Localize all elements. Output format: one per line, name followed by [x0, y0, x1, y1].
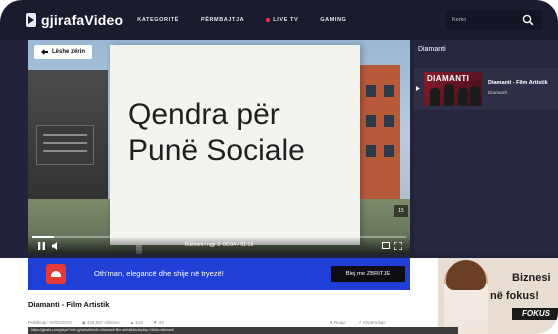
fullscreen-icon[interactable]: [394, 242, 402, 250]
nav-permbajtja[interactable]: PËRMBAJTJA: [201, 17, 244, 23]
share-icon: ↗: [357, 320, 362, 325]
like-count: 615: [135, 320, 144, 325]
ad-banner-text: Oth'man, elegancë dhe shije në tryezë!: [94, 269, 224, 278]
now-playing-icon: [416, 86, 420, 91]
search-input[interactable]: [452, 17, 520, 23]
live-indicator-dot: [266, 18, 271, 22]
share-button[interactable]: ↗ Shpërndaje: [358, 320, 386, 326]
side-ad-badge: FOKUS: [512, 308, 558, 320]
dislike-count: 33: [158, 320, 164, 325]
side-ad-headline-1: Biznesi: [512, 272, 551, 284]
video-frame-plaque: [36, 125, 94, 165]
main-nav: KATEGORITË PËRMBAJTJA LIVE TV GAMING: [137, 17, 346, 23]
top-navigation-bar: gjirafaVideo KATEGORITË PËRMBAJTJA LIVE …: [0, 0, 558, 40]
status-bar-url: https://gjirafa.com/player?ref=gjirafavi…: [28, 327, 458, 334]
side-ad[interactable]: Biznesi në fokus! FOKUS: [438, 258, 558, 334]
search-box: [446, 10, 542, 30]
thumbs-down-icon: ▼: [153, 320, 158, 325]
nav-live-tv-label: LIVE TV: [273, 17, 299, 23]
ad-brand-logo: [46, 264, 66, 284]
thumbnail-title-text: DIAMANTI: [427, 74, 470, 83]
player-controls: Rikthimi i ngjr 2: 00:04 / 01:19: [28, 236, 410, 254]
playlist-title: Diamanti: [418, 46, 446, 53]
video-meta: Publikuar: 07/01/2019 ◉ 428,987 shikime …: [28, 320, 164, 326]
published-date: Publikuar: 07/01/2019: [28, 320, 72, 325]
subtitles-icon[interactable]: [382, 242, 390, 249]
heart-icon: ♥: [330, 320, 333, 325]
view-count: ◉ 428,987 shikime: [82, 320, 120, 326]
nav-gaming[interactable]: GAMING: [320, 17, 346, 23]
save-label: Ruaje: [333, 320, 346, 325]
eye-icon: ◉: [81, 320, 86, 325]
skip-forward-label: 15: [398, 208, 404, 214]
sign-line-2: Punë Sociale: [128, 134, 305, 167]
playlist-item-thumbnail: DIAMANTI: [424, 72, 482, 106]
nav-kategorite[interactable]: KATEGORITË: [137, 17, 179, 23]
video-stage: Qendra për Punë Sociale Lëshe zërin 15 R…: [0, 40, 558, 258]
share-label: Shpërndaje: [362, 320, 386, 325]
unmute-button-label: Lëshe zërin: [52, 49, 86, 55]
thumbs-up-icon: ▲: [129, 320, 135, 325]
ad-banner[interactable]: Oth'man, elegancë dhe shije në tryezë! B…: [28, 258, 410, 290]
like-button[interactable]: ▲ 615: [130, 320, 143, 326]
view-count-text: 428,987 shikime: [87, 320, 120, 325]
video-actions: ♥ Ruaje ↗ Shpërndaje: [330, 320, 386, 326]
progress-bar[interactable]: [32, 236, 406, 238]
playlist-item-title: Diamanti - Film Artistik: [488, 80, 548, 86]
sign-line-1: Qendra për: [128, 98, 280, 131]
save-button[interactable]: ♥ Ruaje: [330, 320, 346, 326]
side-ad-headline-2: në fokus!: [490, 290, 539, 302]
video-player[interactable]: Qendra për Punë Sociale Lëshe zërin 15 R…: [28, 40, 410, 254]
progress-bar-fill: [32, 236, 55, 238]
video-frame-sign: Qendra për Punë Sociale: [110, 45, 360, 245]
playback-time: Rikthimi i ngjr 2: 00:04 / 01:19: [184, 242, 254, 248]
play-logo-icon: [26, 13, 36, 27]
search-icon[interactable]: [522, 14, 534, 26]
unmute-button[interactable]: Lëshe zërin: [34, 45, 93, 59]
arrow-left-icon: [41, 49, 48, 55]
playlist-panel: Diamanti DIAMANTI Diamanti - Film Artist…: [414, 40, 558, 254]
video-frame-sign-text: Qendra për Punë Sociale: [128, 97, 358, 169]
video-frame-building-left: [28, 70, 108, 220]
playlist-item-category: Diamanti: [488, 90, 508, 95]
gjirafa-video-logo[interactable]: gjirafaVideo: [26, 12, 123, 28]
playlist-item[interactable]: DIAMANTI Diamanti - Film Artistik Diaman…: [414, 68, 558, 110]
skip-forward-button[interactable]: 15: [394, 205, 408, 217]
ad-cta-button[interactable]: Blej me ZBRITJE: [331, 266, 405, 282]
nav-live-tv[interactable]: LIVE TV: [266, 17, 298, 23]
side-ad-person-hair: [446, 260, 486, 290]
video-title: Diamanti - Film Artistik: [28, 300, 110, 309]
logo-text: gjirafaVideo: [41, 12, 124, 28]
dislike-button[interactable]: ▼ 33: [153, 320, 164, 326]
app-window: gjirafaVideo KATEGORITË PËRMBAJTJA LIVE …: [0, 0, 558, 334]
